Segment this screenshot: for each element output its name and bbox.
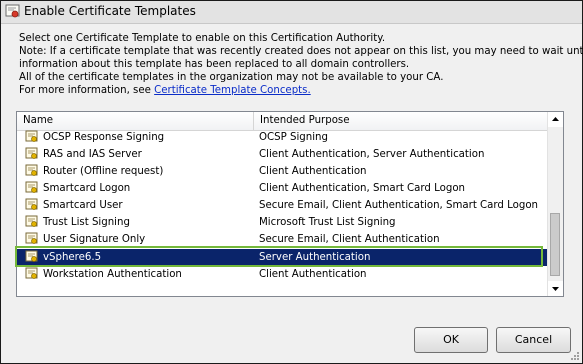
table-row[interactable]: RAS and IAS Server Client Authentication… [17,146,549,163]
certificate-template-concepts-link[interactable]: Certificate Template Concepts. [154,85,311,96]
row-name: Trust List Signing [43,217,130,228]
resize-grip-icon[interactable] [570,351,580,361]
certificate-template-icon [25,198,38,210]
row-name: Router (Offline request) [43,166,164,177]
ok-button[interactable]: OK [414,327,488,353]
intro-line-5: For more information, see Certificate Te… [19,84,311,97]
row-purpose: Microsoft Trust List Signing [259,217,396,228]
window-title: Enable Certificate Templates [24,4,196,18]
certificate-template-icon [25,130,38,142]
vertical-scrollbar[interactable] [547,112,563,296]
triangle-up-icon [552,117,559,121]
cancel-button[interactable]: Cancel [496,327,571,353]
table-row[interactable]: Smartcard Logon Client Authentication, S… [17,180,549,197]
certificate-template-icon [25,164,38,176]
row-purpose: Client Authentication, Smart Card Logon [259,183,466,194]
table-row[interactable]: OCSP Response Signing OCSP Signing [17,129,549,146]
row-purpose: Client Authentication [259,269,367,280]
certificate-template-icon [25,267,38,279]
row-name: RAS and IAS Server [43,149,142,160]
row-name: OCSP Response Signing [43,132,165,143]
triangle-down-icon [552,287,559,291]
row-name: Workstation Authentication [43,269,182,280]
template-list[interactable]: Name Intended Purpose OCSP Response Sign… [16,111,564,297]
scroll-down-button[interactable] [548,281,563,296]
certificate-template-icon [25,215,38,227]
title-bar[interactable]: Enable Certificate Templates [1,1,582,24]
selection-highlight-annotation [15,246,543,267]
table-row[interactable]: Trust List Signing Microsoft Trust List … [17,214,549,231]
column-header-name[interactable]: Name [17,112,253,130]
table-row[interactable]: Router (Offline request) Client Authenti… [17,163,549,180]
scrollbar-thumb[interactable] [550,213,560,276]
certificate-template-icon [25,181,38,193]
intro-line-1: Select one Certificate Template to enabl… [19,33,386,44]
table-row[interactable]: Workstation Authentication Client Authen… [17,266,549,283]
row-purpose: Client Authentication [259,166,367,177]
dialog-window: Enable Certificate Templates Select one … [0,0,583,364]
row-purpose: OCSP Signing [259,132,328,143]
intro-line-5-prefix: For more information, see [19,85,155,96]
scroll-up-button[interactable] [548,112,563,127]
intro-line-4: All of the certificate templates in the … [19,72,444,83]
row-name: Smartcard Logon [43,183,131,194]
intro-line-3: information about this template has been… [19,59,410,70]
table-row[interactable]: Smartcard User Secure Email, Client Auth… [17,197,549,214]
certificate-icon [5,4,20,18]
row-name: Smartcard User [43,200,123,211]
column-header-purpose[interactable]: Intended Purpose [254,112,549,130]
row-purpose: Client Authentication, Server Authentica… [259,149,485,160]
certificate-template-icon [25,232,38,244]
intro-line-2: Note: If a certificate template that was… [19,46,583,57]
row-purpose: Secure Email, Client Authentication, Sma… [259,200,539,211]
certificate-template-icon [25,147,38,159]
